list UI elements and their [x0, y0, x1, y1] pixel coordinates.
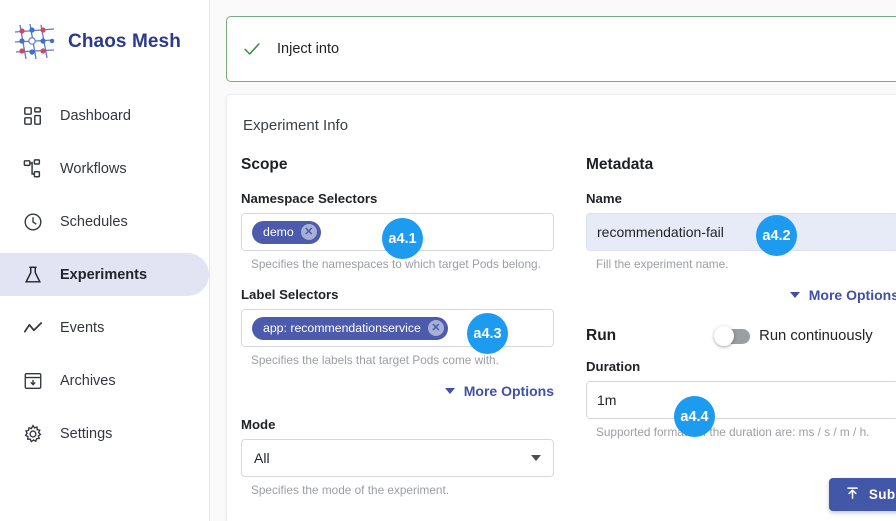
submit-label: Submit [868, 487, 896, 502]
namespace-selectors-input[interactable]: demo ✕ [241, 213, 554, 251]
duration-input[interactable]: 1m [586, 381, 896, 419]
sidebar-item-label: Archives [60, 372, 116, 389]
scope-more-options-button[interactable]: More Options [241, 383, 554, 399]
namespace-selectors-helper: Specifies the namespaces to which target… [251, 257, 541, 271]
check-icon [241, 38, 263, 60]
sidebar-item-label: Dashboard [60, 107, 131, 124]
caret-down-icon [531, 455, 541, 461]
app-root: Chaos Mesh Dashboard Workflows Schedules… [0, 0, 896, 521]
duration-field: Duration 1m Supported formats of the dur… [586, 359, 896, 439]
sidebar-nav: Dashboard Workflows Schedules Experiment… [0, 94, 209, 455]
archive-box-icon [22, 370, 44, 392]
sidebar-item-schedules[interactable]: Schedules [0, 200, 209, 243]
run-continuously-toggle[interactable] [714, 325, 751, 346]
chaos-mesh-mesh-logo-icon [12, 21, 58, 63]
mode-helper: Specifies the mode of the experiment. [251, 483, 450, 497]
duration-label: Duration [586, 359, 641, 374]
sidebar-item-dashboard[interactable]: Dashboard [0, 94, 209, 137]
mode-label: Mode [241, 417, 276, 432]
sidebar-item-label: Workflows [60, 160, 127, 177]
sidebar-item-label: Schedules [60, 213, 128, 230]
sidebar-item-settings[interactable]: Settings [0, 412, 209, 455]
upload-icon [845, 486, 860, 504]
clock-icon [22, 211, 44, 233]
form-columns: Scope Namespace Selectors demo ✕ Specifi… [241, 156, 896, 502]
caret-down-icon [444, 388, 455, 394]
submit-button[interactable]: Submit [828, 478, 896, 511]
close-circle-icon[interactable]: ✕ [427, 320, 444, 336]
brand-name: Chaos Mesh [68, 31, 181, 52]
namespace-selectors-field: Namespace Selectors demo ✕ Specifies the… [241, 191, 581, 271]
metadata-heading: Metadata [586, 156, 654, 173]
close-circle-icon[interactable]: ✕ [300, 224, 317, 240]
name-label: Name [586, 191, 622, 206]
sidebar-item-label: Events [60, 319, 105, 336]
flask-icon [22, 264, 44, 286]
page-title: Experiment Info [243, 117, 349, 134]
scope-more-options-label: More Options [463, 383, 554, 399]
name-field: Name recommendation-fail Fill the experi… [586, 191, 896, 271]
run-continuously-label: Run continuously [759, 328, 873, 344]
scope-column: Scope Namespace Selectors demo ✕ Specifi… [241, 156, 581, 502]
alert-label: Inject into [277, 41, 340, 57]
dashboard-grid-icon [22, 105, 44, 127]
mode-select[interactable]: All [241, 439, 554, 477]
name-helper: Fill the experiment name. [596, 257, 729, 271]
inject-into-alert: Inject into [226, 16, 896, 82]
label-chip[interactable]: app: recommendationservice ✕ [252, 316, 448, 340]
metadata-more-options-label: More Options [808, 287, 896, 303]
sidebar-item-experiments[interactable]: Experiments [0, 253, 209, 296]
mode-value: All [254, 450, 270, 466]
mode-field: Mode All Specifies the mode of the exper… [241, 417, 581, 497]
chip-label: demo [263, 225, 294, 239]
toggle-knob [714, 325, 735, 346]
name-value: recommendation-fail [597, 224, 724, 240]
workflows-tree-icon [22, 158, 44, 180]
label-selectors-field: Label Selectors app: recommendationservi… [241, 287, 581, 367]
duration-helper: Supported formats of the duration are: m… [596, 425, 870, 439]
metadata-column: Metadata Name recommendation-fail Fill t… [581, 156, 896, 502]
sidebar-item-label: Settings [60, 425, 113, 442]
sidebar-item-events[interactable]: Events [0, 306, 209, 349]
main-content: Inject into Experiment Info Scope Namesp… [210, 0, 896, 521]
sidebar: Chaos Mesh Dashboard Workflows Schedules… [0, 0, 210, 521]
scope-heading: Scope [241, 156, 288, 173]
label-selectors-input[interactable]: app: recommendationservice ✕ [241, 309, 554, 347]
metadata-more-options-button[interactable]: More Options [586, 287, 896, 303]
namespace-chip[interactable]: demo ✕ [252, 220, 321, 244]
sidebar-item-workflows[interactable]: Workflows [0, 147, 209, 190]
experiment-info-card: Experiment Info Scope Namespace Selector… [226, 94, 896, 521]
chip-label: app: recommendationservice [263, 321, 421, 335]
gear-icon [22, 423, 44, 445]
duration-value: 1m [597, 392, 617, 408]
caret-down-icon [789, 292, 800, 298]
sidebar-item-label: Experiments [60, 266, 148, 283]
name-input[interactable]: recommendation-fail [586, 213, 896, 251]
timeline-chart-icon [22, 317, 44, 339]
run-continuously-toggle-wrap[interactable]: Run continuously [714, 325, 873, 346]
namespace-selectors-label: Namespace Selectors [241, 191, 378, 206]
brand[interactable]: Chaos Mesh [0, 0, 209, 66]
label-selectors-label: Label Selectors [241, 287, 339, 302]
sidebar-item-archives[interactable]: Archives [0, 359, 209, 402]
run-heading: Run [586, 327, 617, 344]
label-selectors-helper: Specifies the labels that target Pods co… [251, 353, 499, 367]
run-row: Run Run continuously [586, 325, 896, 346]
